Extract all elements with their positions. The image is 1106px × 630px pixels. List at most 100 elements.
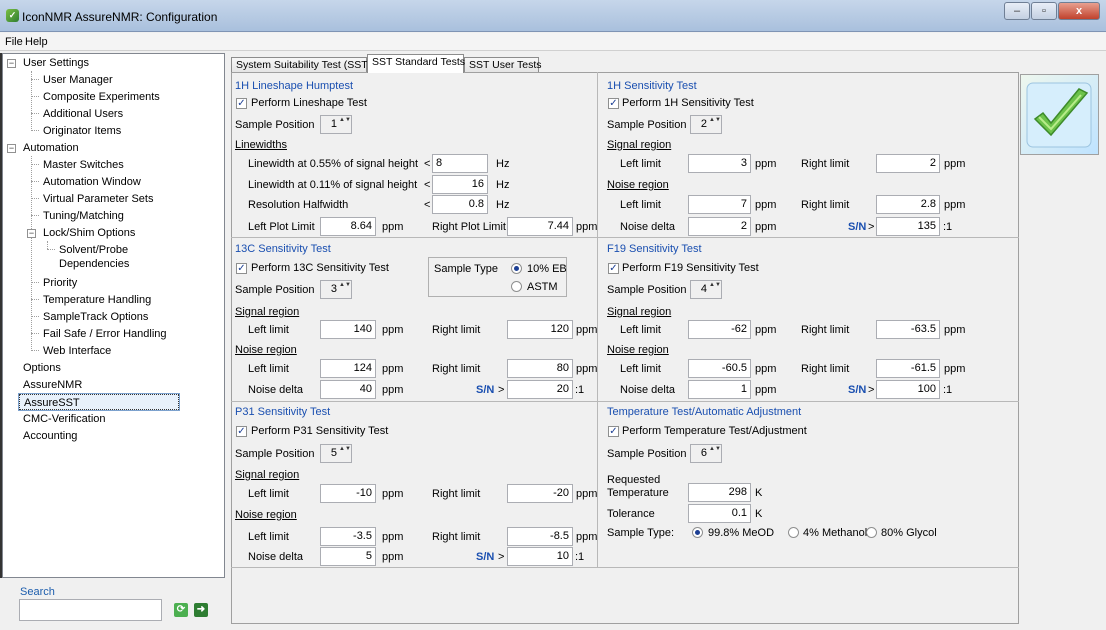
noise-delta-input[interactable]: 1 [688,380,751,399]
noise-right-input[interactable]: 2.8 [876,195,940,214]
tree-virtual-parameter-sets[interactable]: Virtual Parameter Sets [43,191,153,207]
radio-meod[interactable] [692,527,703,538]
menu-help[interactable]: Help [25,36,48,48]
tree-cmc-verification[interactable]: CMC-Verification [23,411,106,427]
noise-left-input[interactable]: 124 [320,359,376,378]
spinner-arrows-icon[interactable]: ▲▼ [339,446,351,461]
noise-delta-input[interactable]: 5 [320,547,376,566]
tree-assurenmr[interactable]: AssureNMR [23,377,82,393]
temp-checkbox[interactable]: ✓ [608,426,619,437]
arrow-right-icon[interactable]: ➜ [194,603,208,617]
tree-accounting[interactable]: Accounting [23,428,77,444]
sn-input[interactable]: 135 [876,217,940,236]
lw011-input[interactable]: 16 [432,175,488,194]
spinner-arrows-icon[interactable]: ▲▼ [709,446,721,461]
sn-input[interactable]: 10 [507,547,573,566]
sample-position-spinner[interactable]: 2 ▲▼ [690,115,722,134]
collapse-icon[interactable]: − [27,229,36,238]
signal-right-input[interactable]: 2 [876,154,940,173]
tree-fail-safe[interactable]: Fail Safe / Error Handling [43,326,167,342]
spinner-arrows-icon[interactable]: ▲▼ [709,282,721,297]
search-input[interactable] [19,599,162,621]
tree-tuning-matching[interactable]: Tuning/Matching [43,208,124,224]
tree-temperature-handling[interactable]: Temperature Handling [43,292,151,308]
close-button[interactable]: x [1058,2,1100,20]
tree-options[interactable]: Options [23,360,61,376]
spinner-arrows-icon[interactable]: ▲▼ [339,117,351,132]
noise-right-input[interactable]: 80 [507,359,573,378]
lw055-input[interactable]: 8 [432,154,488,173]
resolution-input[interactable]: 0.8 [432,195,488,214]
sample-position-spinner[interactable]: 5 ▲▼ [320,444,352,463]
ppm-unit: ppm [576,363,598,375]
tree-composite-experiments[interactable]: Composite Experiments [43,89,160,105]
noise-left-input[interactable]: 7 [688,195,751,214]
tree-priority[interactable]: Priority [43,275,77,291]
tab-sst-user[interactable]: SST User Tests [464,57,542,73]
tree-originator-items[interactable]: Originator Items [43,123,121,139]
noise-right-input[interactable]: -8.5 [507,527,573,546]
tree-user-settings[interactable]: User Settings [23,55,89,71]
noise-right-input[interactable]: -61.5 [876,359,940,378]
sn-input[interactable]: 20 [507,380,573,399]
right-plot-input[interactable]: 7.44 [507,217,573,236]
signal-left-input[interactable]: 140 [320,320,376,339]
p31-checkbox[interactable]: ✓ [236,426,247,437]
sample-position-spinner[interactable]: 3 ▲▼ [320,280,352,299]
f19-checkbox[interactable]: ✓ [608,263,619,274]
signal-right-input[interactable]: -20 [507,484,573,503]
c13-checkbox[interactable]: ✓ [236,263,247,274]
ppm-unit: ppm [576,531,598,543]
sample-position-spinner[interactable]: 4 ▲▼ [690,280,722,299]
spinner-arrows-icon[interactable]: ▲▼ [709,117,721,132]
radio-methanol[interactable] [788,527,799,538]
signal-left-input[interactable]: 3 [688,154,751,173]
tree-additional-users[interactable]: Additional Users [43,106,123,122]
signal-left-input[interactable]: -62 [688,320,751,339]
signal-left-input[interactable]: -10 [320,484,376,503]
sample-position-label: Sample Position [235,119,315,131]
tab-sst[interactable]: System Suitability Test (SST) [231,57,371,73]
h1-sens-checkbox[interactable]: ✓ [608,98,619,109]
signal-region-label: Signal region [607,306,672,318]
tree-assuresst[interactable]: AssureSST [18,393,180,411]
noise-left-input[interactable]: -3.5 [320,527,376,546]
sample-position-spinner[interactable]: 6 ▲▼ [690,444,722,463]
noise-delta-input[interactable]: 40 [320,380,376,399]
radio-astm[interactable] [511,281,522,292]
maximize-button[interactable]: ▫ [1031,2,1057,20]
signal-right-input[interactable]: 120 [507,320,573,339]
tree-dependencies[interactable]: Dependencies [59,256,129,272]
noise-left-input[interactable]: -60.5 [688,359,751,378]
tree-master-switches[interactable]: Master Switches [43,157,124,173]
ratio-label: :1 [575,551,585,563]
ppm-unit: ppm [944,363,966,375]
collapse-icon[interactable]: − [7,144,16,153]
tree-automation[interactable]: Automation [23,140,79,156]
tree-web-interface[interactable]: Web Interface [43,343,111,359]
spinner-arrows-icon[interactable]: ▲▼ [339,282,351,297]
row-divider [231,237,1019,238]
refresh-icon[interactable]: ⟳ [174,603,188,617]
left-limit-label: Left limit [248,488,289,500]
noise-delta-input[interactable]: 2 [688,217,751,236]
menu-file[interactable]: File [5,36,23,48]
radio-glycol-label: 80% Glycol [881,527,937,539]
minimize-button[interactable]: ‒ [1004,2,1030,20]
signal-right-input[interactable]: -63.5 [876,320,940,339]
tab-sst-standard[interactable]: SST Standard Tests [367,54,465,73]
radio-glycol[interactable] [866,527,877,538]
tree-lock-shim-options[interactable]: Lock/Shim Options [43,225,135,241]
kelvin-unit: K [755,487,763,499]
tree-user-manager[interactable]: User Manager [43,72,113,88]
temperature-input[interactable]: 298 [688,483,751,502]
radio-10eb[interactable] [511,263,522,274]
tree-sampletrack-options[interactable]: SampleTrack Options [43,309,148,325]
sample-position-spinner[interactable]: 1 ▲▼ [320,115,352,134]
sn-input[interactable]: 100 [876,380,940,399]
tolerance-input[interactable]: 0.1 [688,504,751,523]
collapse-icon[interactable]: − [7,59,16,68]
tree-automation-window[interactable]: Automation Window [43,174,141,190]
left-plot-input[interactable]: 8.64 [320,217,376,236]
lineshape-checkbox[interactable]: ✓ [236,98,247,109]
